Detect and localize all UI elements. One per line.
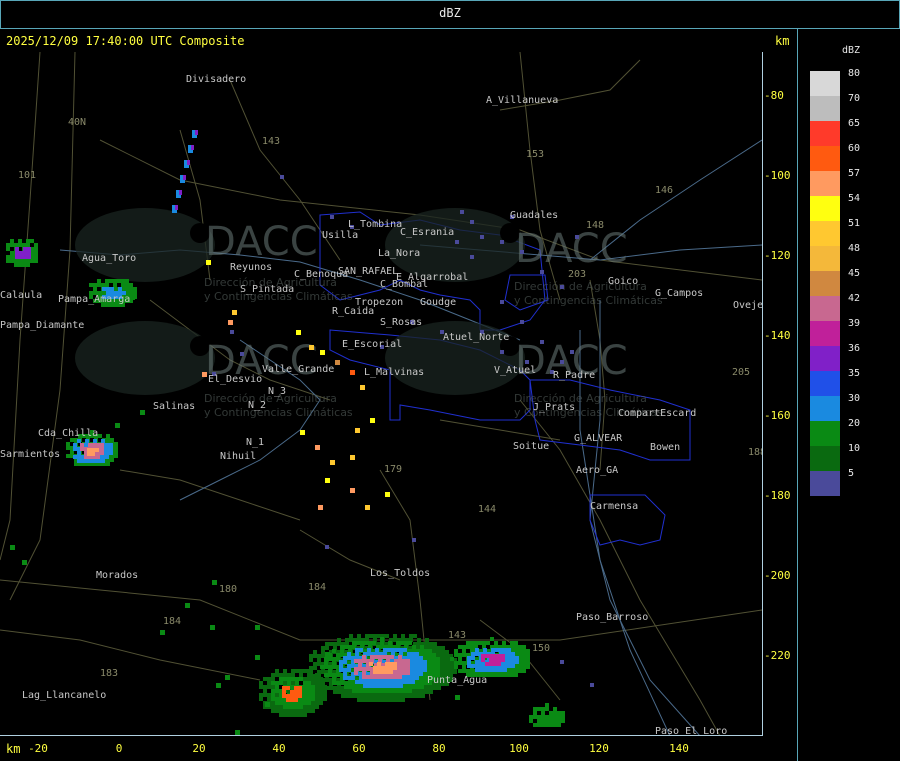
legend-swatch bbox=[810, 71, 840, 96]
legend-swatch bbox=[810, 246, 840, 271]
legend-value: 54 bbox=[848, 193, 861, 204]
y-tick-label: -100 bbox=[764, 169, 791, 182]
legend-value: 35 bbox=[848, 368, 861, 379]
legend-swatch bbox=[810, 471, 840, 496]
legend-swatch bbox=[810, 96, 840, 121]
legend-value: 65 bbox=[848, 118, 861, 129]
legend-swatch bbox=[810, 221, 840, 246]
legend-value: 57 bbox=[848, 168, 861, 179]
legend-swatch bbox=[810, 371, 840, 396]
legend-value: 42 bbox=[848, 293, 861, 304]
window-title: dBZ bbox=[439, 6, 461, 20]
legend-value: 51 bbox=[848, 218, 861, 229]
legend-value: 48 bbox=[848, 243, 861, 254]
legend-swatch bbox=[810, 321, 840, 346]
x-unit-label: km bbox=[6, 742, 21, 756]
timestamp-label: 2025/12/09 17:40:00 UTC Composite bbox=[6, 34, 245, 48]
y-tick-label: -120 bbox=[764, 249, 791, 262]
legend-value: 45 bbox=[848, 268, 861, 279]
x-tick-label: 0 bbox=[115, 742, 123, 755]
y-unit-label: km bbox=[775, 34, 790, 48]
legend-swatch bbox=[810, 396, 840, 421]
x-tick-label: -20 bbox=[28, 742, 48, 755]
legend-swatch bbox=[810, 271, 840, 296]
legend-swatch bbox=[810, 121, 840, 146]
y-tick-label: -180 bbox=[764, 489, 791, 502]
legend-title: dBZ bbox=[842, 45, 861, 56]
legend-value: 30 bbox=[848, 393, 861, 404]
plot-frame bbox=[0, 52, 763, 736]
legend-swatch bbox=[810, 171, 840, 196]
x-tick-label: 20 bbox=[192, 742, 206, 755]
x-tick-label: 140 bbox=[669, 742, 689, 755]
x-tick-label: 120 bbox=[589, 742, 609, 755]
x-tick-label: 40 bbox=[272, 742, 286, 755]
legend-value: 70 bbox=[848, 93, 861, 104]
legend-swatch bbox=[810, 421, 840, 446]
x-tick-label: 100 bbox=[509, 742, 529, 755]
legend-value: 5 bbox=[848, 468, 855, 479]
x-tick-label: 60 bbox=[352, 742, 366, 755]
legend-value: 10 bbox=[848, 443, 861, 454]
legend-value: 80 bbox=[848, 68, 861, 79]
y-tick-label: -220 bbox=[764, 649, 791, 662]
legend-swatch bbox=[810, 346, 840, 371]
legend-value: 20 bbox=[848, 418, 861, 429]
legend-value: 60 bbox=[848, 143, 861, 154]
y-tick-label: -140 bbox=[764, 329, 791, 342]
legend-swatch bbox=[810, 146, 840, 171]
legend-value: 39 bbox=[848, 318, 861, 329]
y-tick-label: -200 bbox=[764, 569, 791, 582]
y-tick-label: -80 bbox=[764, 89, 784, 102]
legend-swatch bbox=[810, 446, 840, 471]
legend-swatch bbox=[810, 196, 840, 221]
x-tick-label: 80 bbox=[432, 742, 446, 755]
legend-swatch bbox=[810, 296, 840, 321]
y-tick-label: -160 bbox=[764, 409, 791, 422]
legend-entry: 5 bbox=[810, 468, 890, 496]
legend-value: 36 bbox=[848, 343, 861, 354]
